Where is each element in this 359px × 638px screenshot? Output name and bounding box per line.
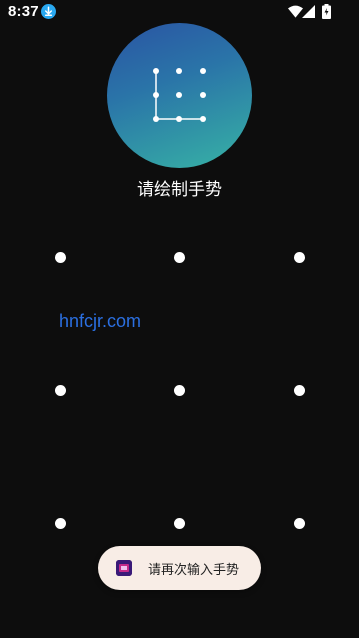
toast: 请再次输入手势 [98,546,261,590]
app-icon [116,560,132,576]
pattern-dot[interactable] [293,517,305,529]
pattern-dot[interactable] [173,384,185,396]
watermark-text: hnfcjr.com [59,311,142,331]
pattern-dot[interactable] [173,517,185,529]
toast-message: 请再次输入手势 [148,563,240,578]
pattern-dot[interactable] [173,251,185,263]
pattern-dot[interactable] [54,517,66,529]
pattern-dot[interactable] [54,251,66,263]
pattern-dot[interactable] [54,384,66,396]
pattern-dot[interactable] [293,384,305,396]
pattern-grid[interactable] [0,0,359,638]
pattern-dot[interactable] [293,251,305,263]
